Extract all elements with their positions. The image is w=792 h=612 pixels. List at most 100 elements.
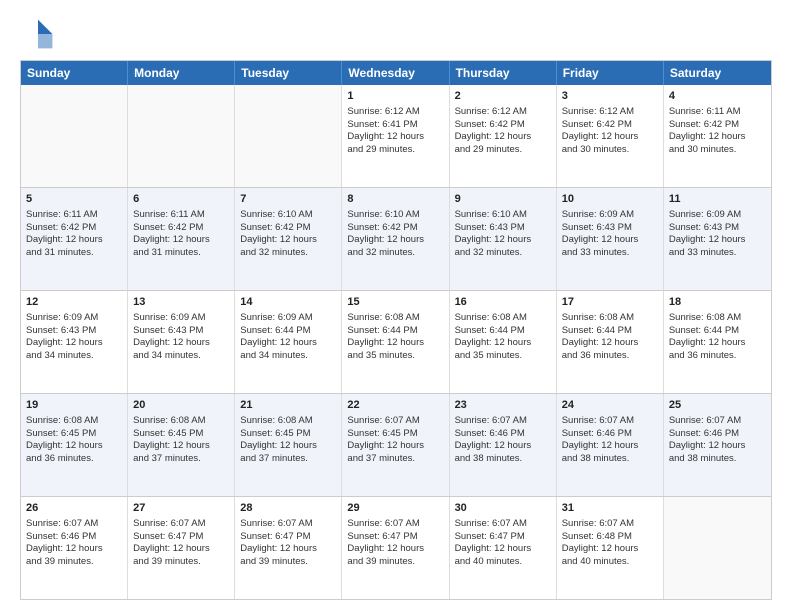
day-info: and 37 minutes. [347,453,443,466]
day-info: and 32 minutes. [240,247,336,260]
day-number: 5 [26,192,122,207]
day-info: Sunrise: 6:08 AM [26,415,122,428]
day-info: Sunset: 6:44 PM [562,325,658,338]
day-info: Sunrise: 6:12 AM [347,106,443,119]
day-number: 14 [240,295,336,310]
day-info: Daylight: 12 hours [455,440,551,453]
day-info: and 34 minutes. [133,350,229,363]
day-info: and 29 minutes. [455,144,551,157]
cal-day-5: 5Sunrise: 6:11 AMSunset: 6:42 PMDaylight… [21,188,128,290]
day-number: 13 [133,295,229,310]
day-info: Sunrise: 6:09 AM [669,209,766,222]
day-info: Daylight: 12 hours [669,440,766,453]
day-info: Sunset: 6:46 PM [26,531,122,544]
day-info: Sunset: 6:43 PM [455,222,551,235]
cal-header-wednesday: Wednesday [342,61,449,85]
day-info: Sunrise: 6:08 AM [455,312,551,325]
day-info: Sunrise: 6:10 AM [240,209,336,222]
day-info: Daylight: 12 hours [669,131,766,144]
day-info: Sunset: 6:45 PM [133,428,229,441]
day-info: Sunset: 6:47 PM [133,531,229,544]
day-info: Daylight: 12 hours [347,234,443,247]
cal-empty [128,85,235,187]
cal-empty [235,85,342,187]
calendar-body: 1Sunrise: 6:12 AMSunset: 6:41 PMDaylight… [21,85,771,599]
cal-day-3: 3Sunrise: 6:12 AMSunset: 6:42 PMDaylight… [557,85,664,187]
day-number: 6 [133,192,229,207]
day-info: Sunrise: 6:07 AM [455,415,551,428]
day-info: Daylight: 12 hours [562,440,658,453]
day-info: Sunset: 6:41 PM [347,119,443,132]
day-number: 3 [562,89,658,104]
day-info: and 37 minutes. [240,453,336,466]
day-info: and 38 minutes. [669,453,766,466]
day-info: Sunset: 6:42 PM [562,119,658,132]
day-number: 21 [240,398,336,413]
cal-day-2: 2Sunrise: 6:12 AMSunset: 6:42 PMDaylight… [450,85,557,187]
day-info: Daylight: 12 hours [455,543,551,556]
day-number: 18 [669,295,766,310]
day-info: and 31 minutes. [133,247,229,260]
day-info: Daylight: 12 hours [669,234,766,247]
cal-day-14: 14Sunrise: 6:09 AMSunset: 6:44 PMDayligh… [235,291,342,393]
cal-day-6: 6Sunrise: 6:11 AMSunset: 6:42 PMDaylight… [128,188,235,290]
cal-empty [21,85,128,187]
cal-header-thursday: Thursday [450,61,557,85]
day-info: and 37 minutes. [133,453,229,466]
cal-day-25: 25Sunrise: 6:07 AMSunset: 6:46 PMDayligh… [664,394,771,496]
cal-day-12: 12Sunrise: 6:09 AMSunset: 6:43 PMDayligh… [21,291,128,393]
day-info: Daylight: 12 hours [562,234,658,247]
day-info: Daylight: 12 hours [26,234,122,247]
day-info: and 29 minutes. [347,144,443,157]
day-info: Sunset: 6:47 PM [455,531,551,544]
day-info: Daylight: 12 hours [240,234,336,247]
day-info: and 32 minutes. [347,247,443,260]
day-number: 20 [133,398,229,413]
cal-day-22: 22Sunrise: 6:07 AMSunset: 6:45 PMDayligh… [342,394,449,496]
day-info: Daylight: 12 hours [26,440,122,453]
day-info: Daylight: 12 hours [347,440,443,453]
cal-header-friday: Friday [557,61,664,85]
cal-week-3: 12Sunrise: 6:09 AMSunset: 6:43 PMDayligh… [21,290,771,393]
logo [20,16,62,52]
day-number: 1 [347,89,443,104]
day-info: and 32 minutes. [455,247,551,260]
cal-day-11: 11Sunrise: 6:09 AMSunset: 6:43 PMDayligh… [664,188,771,290]
cal-day-19: 19Sunrise: 6:08 AMSunset: 6:45 PMDayligh… [21,394,128,496]
day-info: Daylight: 12 hours [669,337,766,350]
day-info: Sunrise: 6:07 AM [455,518,551,531]
day-info: Sunset: 6:42 PM [133,222,229,235]
cal-header-tuesday: Tuesday [235,61,342,85]
calendar: SundayMondayTuesdayWednesdayThursdayFrid… [20,60,772,600]
day-number: 31 [562,501,658,516]
cal-day-21: 21Sunrise: 6:08 AMSunset: 6:45 PMDayligh… [235,394,342,496]
cal-day-16: 16Sunrise: 6:08 AMSunset: 6:44 PMDayligh… [450,291,557,393]
day-info: Sunrise: 6:07 AM [240,518,336,531]
day-number: 23 [455,398,551,413]
day-info: Sunrise: 6:09 AM [133,312,229,325]
cal-day-18: 18Sunrise: 6:08 AMSunset: 6:44 PMDayligh… [664,291,771,393]
cal-week-5: 26Sunrise: 6:07 AMSunset: 6:46 PMDayligh… [21,496,771,599]
day-info: Sunset: 6:43 PM [669,222,766,235]
day-info: Daylight: 12 hours [455,131,551,144]
day-number: 28 [240,501,336,516]
day-info: Sunset: 6:44 PM [240,325,336,338]
day-info: Daylight: 12 hours [133,234,229,247]
day-info: Sunset: 6:47 PM [347,531,443,544]
day-info: and 33 minutes. [669,247,766,260]
day-info: Sunset: 6:47 PM [240,531,336,544]
day-info: and 39 minutes. [347,556,443,569]
day-number: 16 [455,295,551,310]
day-info: Sunset: 6:43 PM [562,222,658,235]
day-info: Sunrise: 6:12 AM [455,106,551,119]
day-info: Sunset: 6:43 PM [26,325,122,338]
day-info: and 31 minutes. [26,247,122,260]
day-number: 9 [455,192,551,207]
day-info: Daylight: 12 hours [562,131,658,144]
day-info: and 35 minutes. [347,350,443,363]
cal-day-4: 4Sunrise: 6:11 AMSunset: 6:42 PMDaylight… [664,85,771,187]
day-info: Sunset: 6:45 PM [240,428,336,441]
day-number: 30 [455,501,551,516]
day-info: and 39 minutes. [240,556,336,569]
cal-day-17: 17Sunrise: 6:08 AMSunset: 6:44 PMDayligh… [557,291,664,393]
